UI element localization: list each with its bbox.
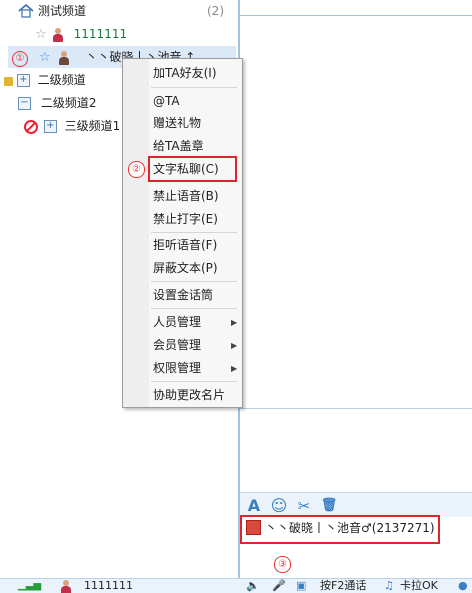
user-context-menu: 加TA好友(I) @TA 赠送礼物 给TA盖章 文字私聊(C) 禁止语音(B) … — [122, 58, 243, 408]
channel-name: 三级频道1 — [64, 119, 121, 133]
star-icon: ☆ — [35, 27, 47, 42]
menu-item-refuse-voice[interactable]: 拒听语音(F) — [153, 235, 217, 255]
channel-name: 测试频道 — [38, 4, 87, 18]
submenu-arrow-icon: ▶ — [231, 364, 238, 373]
divider — [240, 15, 472, 16]
menu-gutter — [123, 59, 149, 407]
star-icon: ☆ — [39, 50, 51, 65]
indicator-icon: ● — [458, 579, 468, 592]
user-avatar-icon — [60, 579, 72, 593]
menu-separator — [151, 281, 237, 282]
user-tag-icon — [246, 520, 261, 535]
tree-channel-level3[interactable]: + 三级频道1 — [24, 115, 120, 137]
signal-icon: ▁▃▅ — [18, 580, 42, 591]
trash-icon[interactable]: 🗑 — [320, 497, 338, 515]
menu-item-mute-voice[interactable]: 禁止语音(B) — [153, 186, 219, 206]
menu-separator — [151, 308, 237, 309]
menu-item-change-card[interactable]: 协助更改名片 — [153, 385, 225, 405]
push-to-talk[interactable]: 按F2通话 — [320, 579, 366, 593]
menu-separator — [151, 232, 237, 233]
annotation-one: ① — [12, 51, 28, 67]
menu-item-at-ta[interactable]: @TA — [153, 91, 180, 111]
user-avatar-icon — [52, 27, 64, 42]
channel-name: 二级频道2 — [40, 96, 97, 110]
menu-item-stamp[interactable]: 给TA盖章 — [153, 136, 204, 156]
scissors-icon[interactable]: ✂ — [295, 497, 313, 515]
emoji-icon[interactable]: ☺ — [270, 497, 288, 515]
expand-icon[interactable]: + — [43, 120, 57, 133]
target-user-name: 丶丶破晓丨丶池音♂(2137271) — [265, 521, 435, 535]
home-icon — [18, 4, 34, 18]
divider — [240, 408, 472, 409]
collapse-icon[interactable]: − — [18, 97, 31, 110]
tree-channel-level2b[interactable]: − 二级频道2 — [18, 92, 96, 114]
annotation-two: ② — [128, 161, 145, 178]
user-avatar-icon — [58, 50, 70, 65]
channel-name: 二级频道 — [37, 73, 86, 87]
menu-item-perm-mgmt[interactable]: 权限管理 — [153, 358, 201, 378]
expand-icon[interactable]: + — [16, 74, 30, 87]
annotation-three: ③ — [274, 556, 291, 573]
menu-item-member-mgmt[interactable]: 人员管理 — [153, 312, 201, 332]
microphone-icon[interactable]: 🎤 — [272, 579, 286, 593]
submenu-arrow-icon: ▶ — [231, 341, 238, 350]
user-id: 1111111 — [73, 27, 128, 41]
private-chat-target[interactable]: 丶丶破晓丨丶池音♂(2137271) — [246, 518, 435, 538]
karaoke-button[interactable]: 卡拉OK — [400, 579, 438, 593]
tree-root-channel[interactable]: 测试频道 (2) — [0, 0, 238, 22]
speaker-icon[interactable]: 🔈 — [246, 579, 260, 593]
chat-toolbar: A ☺ ✂ 🗑 — [240, 492, 472, 517]
settings-icon[interactable]: ▣ — [296, 579, 306, 593]
menu-item-block-text[interactable]: 屏蔽文本(P) — [153, 258, 218, 278]
tree-user-1111111[interactable]: ☆ 1111111 — [34, 23, 127, 45]
menu-item-golden-mic[interactable]: 设置金话筒 — [153, 285, 213, 305]
font-icon[interactable]: A — [245, 497, 263, 515]
forbidden-icon — [24, 119, 38, 134]
menu-item-send-gift[interactable]: 赠送礼物 — [153, 113, 201, 133]
highlight-private-chat — [148, 156, 237, 182]
submenu-arrow-icon: ▶ — [231, 318, 238, 327]
status-bar: ▁▃▅ 1111111 🔈 🎤 ▣ 按F2通话 ♫ 卡拉OK ● — [0, 578, 472, 593]
member-count: (2) — [207, 4, 224, 18]
lock-icon — [4, 77, 13, 86]
menu-item-mute-text[interactable]: 禁止打字(E) — [153, 209, 218, 229]
menu-separator — [151, 87, 237, 88]
status-user-id: 1111111 — [84, 579, 133, 592]
music-icon[interactable]: ♫ — [384, 579, 394, 593]
menu-item-add-friend[interactable]: 加TA好友(I) — [153, 63, 217, 83]
menu-item-vip-mgmt[interactable]: 会员管理 — [153, 335, 201, 355]
tree-channel-level2[interactable]: + 二级频道 — [4, 69, 86, 91]
menu-separator — [151, 381, 237, 382]
